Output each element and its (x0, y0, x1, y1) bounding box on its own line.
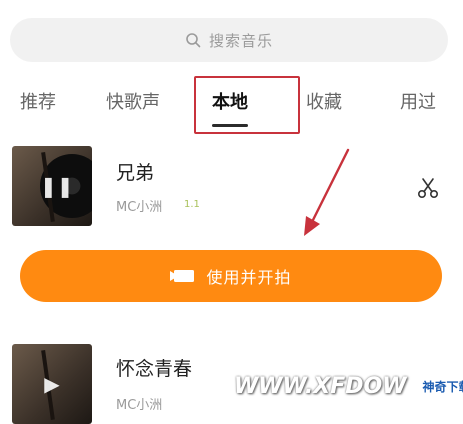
song-artist: MC小洲 (116, 200, 163, 215)
tab-used[interactable]: 用过 (400, 88, 436, 114)
tab-highlight-box (194, 76, 300, 134)
scissors-icon[interactable] (416, 176, 440, 200)
play-icon[interactable]: ▶ (40, 372, 64, 396)
song-row[interactable]: ❚❚ 兄弟 MC小洲 1.1 (0, 146, 463, 226)
use-and-shoot-label: 使用并开拍 (206, 268, 292, 287)
song-title: 怀念青春 (116, 358, 193, 380)
watermark-site-name: 神奇下载站 (422, 379, 463, 394)
watermark: WWW.XFDOW 神奇下载站 (234, 366, 463, 406)
watermark-text: WWW.XFDOW (234, 373, 407, 399)
song-title: 兄弟 (116, 162, 155, 184)
search-placeholder: 搜索音乐 (208, 31, 273, 50)
song-badge: 1.1 (184, 199, 200, 210)
use-and-shoot-button[interactable]: 使用并开拍 (20, 250, 442, 302)
tab-recommend[interactable]: 推荐 (20, 88, 56, 114)
song-cover[interactable]: ❚❚ (12, 146, 92, 226)
song-artist: MC小洲 (116, 398, 163, 413)
watermark-logo (412, 375, 417, 397)
search-icon (185, 32, 201, 48)
song-cover[interactable]: ▶ (12, 344, 92, 424)
annotation-arrow (304, 148, 350, 236)
tab-kuaigesheng[interactable]: 快歌声 (106, 88, 160, 114)
tab-favorites[interactable]: 收藏 (306, 88, 342, 114)
video-camera-icon (170, 268, 196, 284)
pause-icon[interactable]: ❚❚ (40, 174, 74, 198)
search-bar[interactable]: 搜索音乐 (10, 18, 448, 62)
